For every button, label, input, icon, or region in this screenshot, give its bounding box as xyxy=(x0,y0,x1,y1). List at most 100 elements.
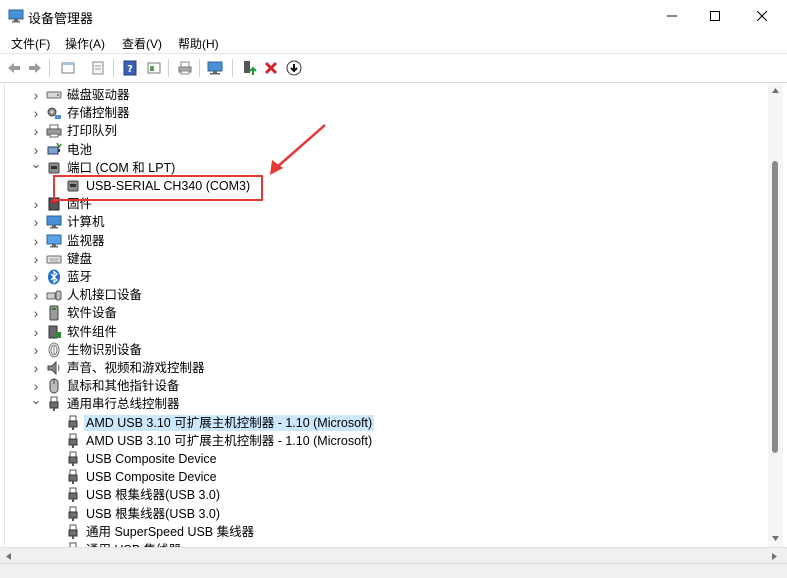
chevron-right-icon[interactable]: › xyxy=(31,142,41,158)
vertical-scrollbar[interactable] xyxy=(768,84,783,547)
tree-row[interactable]: › 存储控制器 xyxy=(5,104,769,122)
scroll-right-icon[interactable] xyxy=(772,553,777,560)
tree-item-label: 软件设备 xyxy=(67,306,118,321)
scan-hardware-button[interactable] xyxy=(207,59,225,77)
tree-item-label: 声音、视频和游戏控制器 xyxy=(67,361,205,375)
software-device-icon xyxy=(49,305,59,321)
update-driver-icon xyxy=(92,61,104,75)
tree-row[interactable]: › 监视器 xyxy=(5,232,769,250)
tree-row[interactable]: USB Composite Device xyxy=(5,468,769,486)
svg-text:?: ? xyxy=(127,64,133,75)
enable-device-icon xyxy=(244,61,257,75)
menu-view[interactable]: 查看(V) xyxy=(122,35,162,52)
mouse-icon xyxy=(49,378,59,394)
help-button[interactable]: ? xyxy=(121,59,139,77)
chevron-right-icon[interactable]: › xyxy=(31,305,41,321)
view-button[interactable] xyxy=(145,59,163,77)
uninstall-icon xyxy=(264,61,278,75)
print-button[interactable] xyxy=(176,59,194,77)
tree-item-label: 计算机 xyxy=(67,215,105,230)
scan-hardware-icon xyxy=(207,61,223,75)
maximize-button[interactable] xyxy=(692,0,738,32)
chevron-right-icon[interactable]: › xyxy=(31,342,41,358)
chevron-down-icon[interactable]: ⌄ xyxy=(31,392,42,407)
chevron-right-icon[interactable]: › xyxy=(31,233,41,249)
annotation-highlight-box xyxy=(53,175,263,201)
tree-item-label: AMD USB 3.10 可扩展主机控制器 - 1.10 (Microsoft) xyxy=(84,414,375,431)
title-bar: 设备管理器 xyxy=(0,0,787,32)
chevron-right-icon[interactable]: › xyxy=(31,123,41,139)
scroll-down-icon[interactable] xyxy=(772,536,779,541)
tree-row[interactable]: › 声音、视频和游戏控制器 xyxy=(5,359,769,377)
scroll-up-icon[interactable] xyxy=(772,88,779,93)
chevron-right-icon[interactable]: › xyxy=(31,105,41,121)
usb-icon xyxy=(68,487,78,503)
menu-help[interactable]: 帮助(H) xyxy=(178,35,219,52)
tree-row[interactable]: 通用 SuperSpeed USB 集线器 xyxy=(5,523,769,541)
tree-row[interactable]: › 软件设备 xyxy=(5,304,769,322)
tree-row[interactable]: › 计算机 xyxy=(5,213,769,231)
device-tree[interactable]: › 磁盘驱动器 › 存储控制器 › 打印队列 › 电池 ⌄ 端口 (COM 和 LPT) USB-S… xyxy=(4,84,769,547)
menu-bar: 文件(F) 操作(A) 查看(V) 帮助(H) xyxy=(0,32,787,53)
chevron-right-icon[interactable]: › xyxy=(31,287,41,303)
usb-icon xyxy=(68,506,78,521)
tree-row[interactable]: › 打印队列 xyxy=(5,122,769,140)
scrollbar-thumb[interactable] xyxy=(772,161,778,453)
tree-item-label: 生物识别设备 xyxy=(67,342,143,357)
toolbar-separator xyxy=(232,59,233,77)
usb-icon xyxy=(68,451,78,466)
biometric-icon xyxy=(48,342,60,358)
tree-row[interactable]: › 生物识别设备 xyxy=(5,341,769,359)
window-title: 设备管理器 xyxy=(28,11,94,26)
uninstall-button[interactable] xyxy=(262,59,280,77)
tree-row[interactable]: USB Composite Device xyxy=(5,450,769,468)
usb-icon xyxy=(68,524,78,539)
tree-row[interactable]: USB 根集线器(USB 3.0) xyxy=(5,486,769,504)
tree-row[interactable]: › 电池 xyxy=(5,141,769,159)
tree-item-label: 人机接口设备 xyxy=(67,288,143,303)
properties-button[interactable] xyxy=(59,59,77,77)
tree-row[interactable]: AMD USB 3.10 可扩展主机控制器 - 1.10 (Microsoft) xyxy=(5,414,769,432)
hid-icon xyxy=(46,290,62,301)
chevron-right-icon[interactable]: › xyxy=(31,87,41,103)
tree-row[interactable]: › 鼠标和其他指针设备 xyxy=(5,377,769,395)
tree-item-label: USB 根集线器(USB 3.0) xyxy=(86,488,221,503)
scroll-left-icon[interactable] xyxy=(6,553,11,560)
tree-item-label: 磁盘驱动器 xyxy=(67,88,130,102)
minimize-icon xyxy=(667,15,677,17)
chevron-right-icon[interactable]: › xyxy=(31,196,41,212)
tree-row[interactable]: USB 根集线器(USB 3.0) xyxy=(5,505,769,523)
chevron-right-icon[interactable]: › xyxy=(31,378,41,394)
tree-row[interactable]: ⌄ 通用串行总线控制器 xyxy=(5,392,769,413)
download-button[interactable] xyxy=(285,59,303,77)
tree-item-label: 鼠标和其他指针设备 xyxy=(67,379,180,394)
horizontal-scrollbar[interactable] xyxy=(0,547,787,564)
keyboard-icon xyxy=(46,255,62,264)
toolbar-separator xyxy=(168,59,169,77)
battery-icon xyxy=(47,142,62,155)
tree-item-label: USB Composite Device xyxy=(86,470,217,485)
back-button[interactable] xyxy=(5,59,23,77)
chevron-right-icon[interactable]: › xyxy=(31,214,41,230)
tree-row[interactable]: › 键盘 xyxy=(5,250,769,268)
chevron-right-icon[interactable]: › xyxy=(31,360,41,376)
tree-row[interactable]: › 人机接口设备 xyxy=(5,286,769,304)
close-button[interactable] xyxy=(739,0,785,32)
tree-row[interactable]: AMD USB 3.10 可扩展主机控制器 - 1.10 (Microsoft) xyxy=(5,432,769,450)
tree-row[interactable]: › 软件组件 xyxy=(5,323,769,341)
menu-action[interactable]: 操作(A) xyxy=(65,35,105,52)
menu-file[interactable]: 文件(F) xyxy=(11,35,50,52)
enable-device-button[interactable] xyxy=(240,59,258,77)
chevron-right-icon[interactable]: › xyxy=(31,269,41,285)
chevron-right-icon[interactable]: › xyxy=(31,324,41,340)
maximize-icon xyxy=(710,11,720,21)
forward-button[interactable] xyxy=(26,59,44,77)
minimize-button[interactable] xyxy=(649,0,695,32)
chevron-down-icon[interactable]: ⌄ xyxy=(31,156,42,171)
tree-item-label: USB Composite Device xyxy=(86,452,217,466)
chevron-right-icon[interactable]: › xyxy=(31,251,41,267)
tree-row[interactable]: › 磁盘驱动器 xyxy=(5,86,769,104)
tree-row[interactable]: › 蓝牙 xyxy=(5,268,769,286)
bluetooth-icon xyxy=(48,269,60,285)
update-driver-button[interactable] xyxy=(89,59,107,77)
